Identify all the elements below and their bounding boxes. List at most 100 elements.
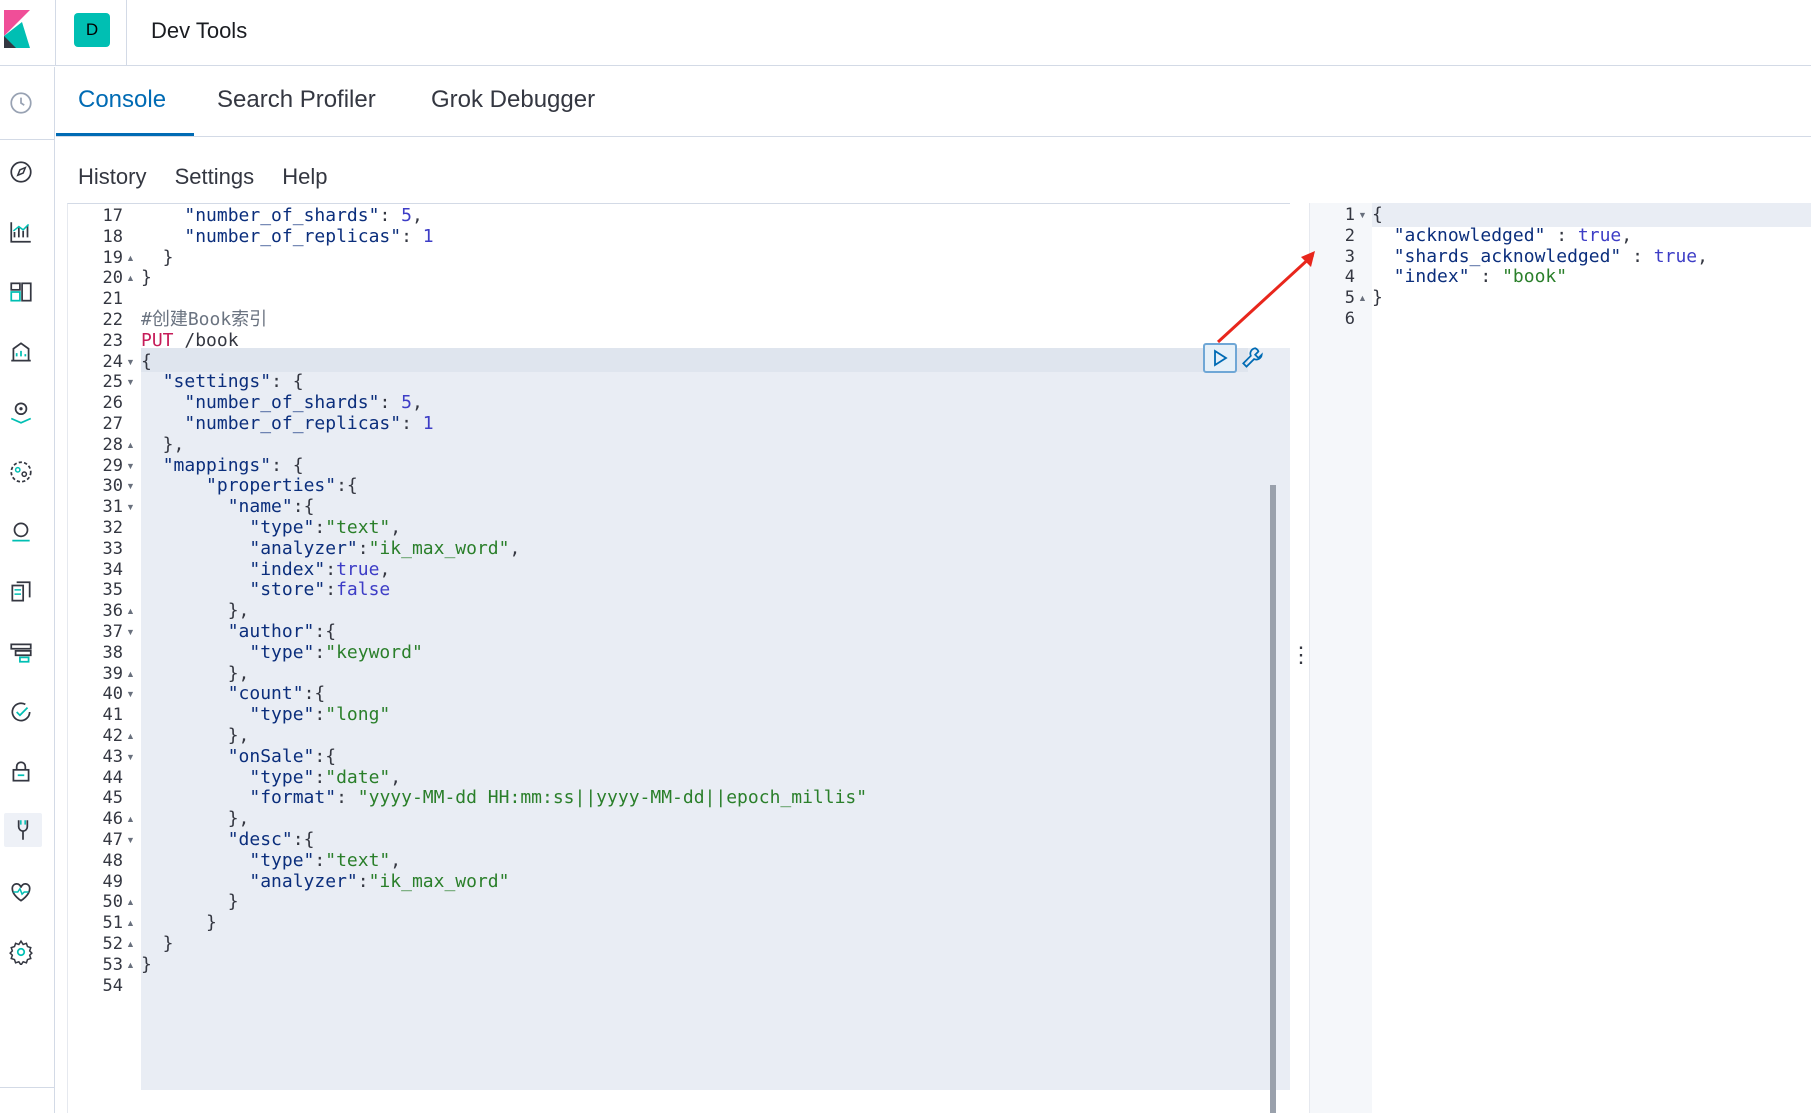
editor-line-number: 38 (102, 642, 123, 663)
help-link[interactable]: Help (282, 164, 327, 189)
maps-icon[interactable] (4, 395, 38, 429)
devtools-tabs: Console Search Profiler Grok Debugger (56, 66, 1811, 137)
space-avatar[interactable]: D (74, 13, 110, 47)
visualize-icon[interactable] (4, 215, 38, 249)
editor-line-number: 24 (102, 351, 123, 372)
infrastructure-icon[interactable] (4, 515, 38, 549)
request-editor[interactable]: 17 18 19 ▲ 20 ▲ 21 22 23 24 ▼ 25 ▼ 26 27 28 ▲ 29 ▼ 30 ▼ 31 ▼ 32… (67, 203, 1290, 1113)
editor-code-line: } (141, 267, 152, 289)
editor-scrollbar[interactable] (1270, 485, 1276, 1113)
logs-icon[interactable] (4, 575, 38, 609)
editor-code-line: "index":true, (249, 558, 391, 580)
editor-line-number: 22 (102, 310, 123, 330)
editor-code-line: } (141, 891, 239, 913)
fold-down-icon[interactable]: ▼ (126, 830, 135, 851)
management-icon[interactable] (4, 935, 38, 969)
send-request-button[interactable] (1203, 343, 1237, 373)
fold-down-icon[interactable]: ▼ (126, 476, 135, 497)
editor-code-line: #创建Book索引 (141, 309, 268, 330)
wrench-icon[interactable] (1238, 343, 1268, 373)
editor-line-number: 48 (102, 850, 123, 871)
editor-code[interactable]: "number_of_shards": 5, "number_of_replic… (141, 204, 1290, 1113)
tab-grok-debugger[interactable]: Grok Debugger (431, 86, 595, 114)
editor-line-number: 25 (102, 372, 123, 393)
editor-code-line: }, (141, 662, 250, 684)
discover-icon[interactable] (4, 155, 38, 189)
editor-line-number: 42 (102, 726, 123, 746)
editor-line-number: 46 (102, 809, 123, 830)
editor-code-line: "analyzer":"ik_max_word" (249, 870, 510, 892)
dashboard-icon[interactable] (4, 275, 38, 309)
fold-down-icon[interactable]: ▼ (126, 372, 135, 393)
kibana-logo-icon[interactable] (0, 8, 38, 48)
fold-down-icon[interactable]: ▼ (126, 456, 135, 477)
editor-line-number: 44 (102, 767, 123, 788)
tab-search-profiler[interactable]: Search Profiler (217, 86, 376, 114)
uptime-icon[interactable] (4, 695, 38, 729)
fold-up-icon[interactable]: ▲ (126, 664, 135, 685)
editor-line-number: 43 (102, 746, 123, 767)
editor-line-number: 18 (102, 226, 123, 247)
output-code-line: { (1372, 204, 1383, 225)
fold-up-icon[interactable]: ▲ (126, 955, 135, 976)
tab-console[interactable]: Console (78, 86, 166, 114)
fold-down-icon[interactable]: ▼ (1358, 205, 1367, 226)
active-tab-indicator (56, 133, 194, 136)
editor-code-line: "count":{ (227, 683, 326, 705)
fold-up-icon[interactable]: ▲ (126, 913, 135, 934)
editor-line-number: 35 (102, 580, 123, 601)
editor-line-number: 39 (102, 663, 123, 684)
editor-code-line: "name":{ (227, 496, 315, 518)
fold-down-icon[interactable]: ▼ (126, 497, 135, 518)
nav-collapse[interactable] (0, 1087, 55, 1113)
editor-code-line: PUT /book (141, 329, 239, 351)
fold-down-icon[interactable]: ▼ (126, 622, 135, 643)
editor-line-number: 17 (102, 206, 123, 226)
fold-up-icon[interactable]: ▲ (1358, 288, 1367, 309)
fold-up-icon[interactable]: ▲ (126, 435, 135, 456)
apm-icon[interactable] (4, 635, 38, 669)
output-code-line: "shards_acknowledged" : true, (1393, 245, 1708, 267)
output-line-number: 2 (1344, 225, 1355, 246)
fold-down-icon[interactable]: ▼ (126, 352, 135, 373)
fold-up-icon[interactable]: ▲ (126, 248, 135, 269)
fold-up-icon[interactable]: ▲ (126, 934, 135, 955)
pane-resizer-icon[interactable]: ⋮ (1290, 644, 1312, 690)
editor-code-line: "desc":{ (227, 829, 315, 850)
editor-code-line: } (141, 912, 217, 934)
fold-down-icon[interactable]: ▼ (126, 684, 135, 705)
editor-code-line: "onSale":{ (227, 745, 337, 767)
nav-divider (0, 139, 55, 140)
history-link[interactable]: History (78, 164, 146, 189)
editor-line-number: 54 (102, 975, 123, 996)
top-header: D Dev Tools (0, 0, 1811, 66)
output-code-line: } (1372, 287, 1383, 309)
recent-icon[interactable] (4, 86, 38, 120)
editor-code-line: } (141, 933, 174, 954)
fold-down-icon[interactable]: ▼ (126, 747, 135, 768)
monitoring-icon[interactable] (4, 875, 38, 909)
editor-code-line: "format": "yyyy-MM-dd HH:mm:ss||yyyy-MM-… (249, 787, 868, 809)
editor-code-line: { (141, 350, 152, 372)
editor-line-number: 27 (102, 414, 123, 434)
security-icon[interactable] (4, 755, 38, 789)
editor-code-line: "type":"long" (249, 704, 391, 726)
annotation-arrow-icon (1216, 251, 1315, 344)
dev-tools-icon[interactable] (4, 813, 42, 847)
fold-up-icon[interactable]: ▲ (126, 892, 135, 913)
fold-up-icon[interactable]: ▲ (126, 268, 135, 289)
editor-code-line: "number_of_replicas": 1 (184, 413, 434, 434)
editor-code-line: "author":{ (227, 621, 337, 642)
editor-line-number: 50 (102, 892, 123, 913)
fold-up-icon[interactable]: ▲ (126, 726, 135, 747)
ml-icon[interactable] (4, 455, 38, 489)
canvas-icon[interactable] (4, 335, 38, 369)
fold-up-icon[interactable]: ▲ (126, 601, 135, 622)
editor-line-number: 36 (102, 601, 123, 622)
editor-gutter: 17 18 19 ▲ 20 ▲ 21 22 23 24 ▼ 25 ▼ 26 27 28 ▲ 29 ▼ 30 ▼ 31 ▼ 32… (68, 204, 141, 1113)
settings-link[interactable]: Settings (175, 164, 255, 189)
editor-code-line: "type":"text", (249, 849, 402, 871)
editor-code-line: } (141, 246, 174, 268)
editor-line-number: 52 (102, 934, 123, 954)
fold-up-icon[interactable]: ▲ (126, 809, 135, 830)
